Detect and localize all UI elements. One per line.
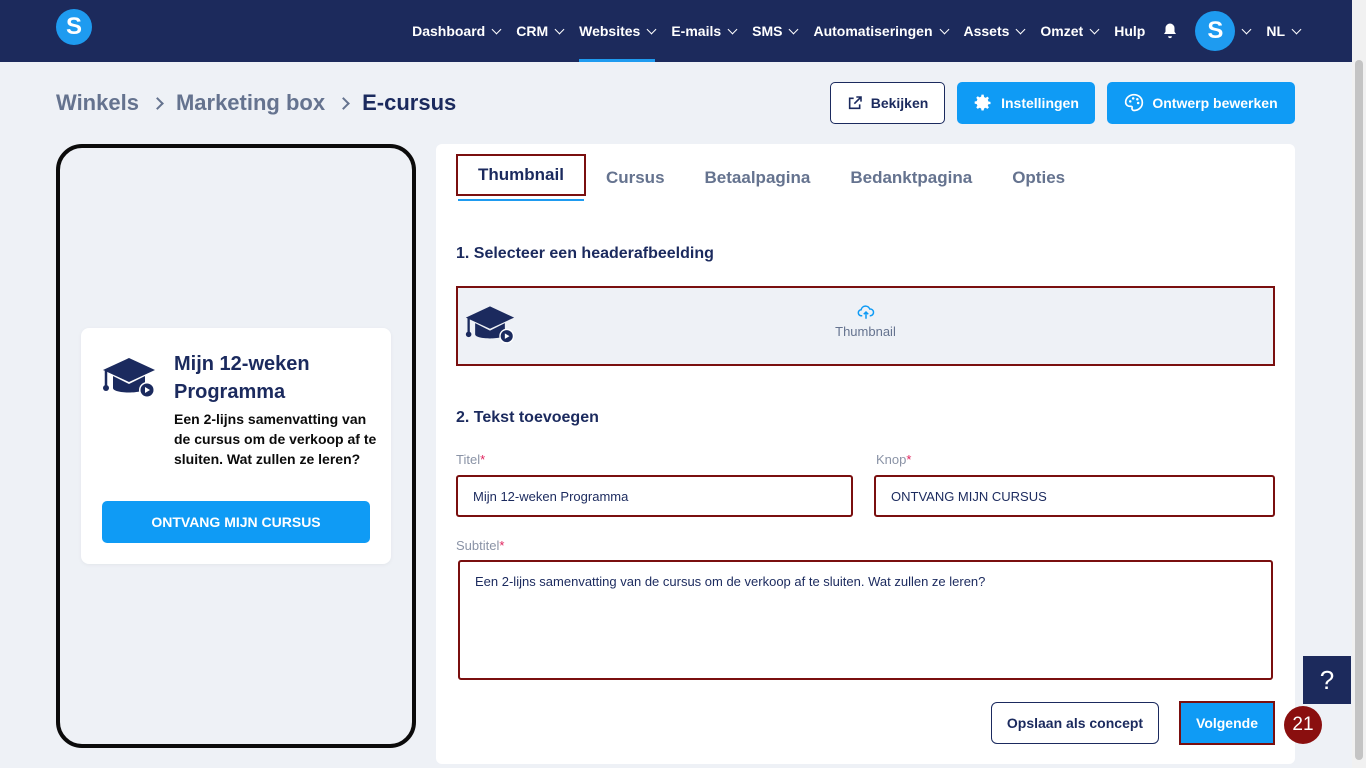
tab-bedanktpagina[interactable]: Bedanktpagina xyxy=(830,154,992,202)
chevron-down-icon xyxy=(789,24,799,34)
breadcrumb: Winkels Marketing box E-cursus xyxy=(56,90,456,116)
button-field-label: Knop* xyxy=(876,452,912,467)
chevron-down-icon xyxy=(491,24,502,34)
external-link-icon xyxy=(848,96,862,110)
section-add-text-title: 2. Tekst toevoegen xyxy=(456,409,599,426)
chevron-right-icon xyxy=(337,96,350,110)
app-logo[interactable]: S xyxy=(56,9,92,45)
chevron-down-icon xyxy=(1241,24,1252,34)
edit-design-button[interactable]: Ontwerp bewerken xyxy=(1107,82,1295,124)
button-text-input[interactable]: ONTVANG MIJN CURSUS xyxy=(874,475,1275,517)
course-preview-card: Mijn 12-weken Programma Een 2-lijns same… xyxy=(81,328,391,564)
edit-design-button-label: Ontwerp bewerken xyxy=(1152,95,1278,111)
chevron-down-icon xyxy=(646,24,657,34)
upload-label: Thumbnail xyxy=(835,324,896,339)
settings-button[interactable]: Instellingen xyxy=(957,82,1095,124)
graduation-cap-icon xyxy=(103,358,155,398)
nav-item-label: SMS xyxy=(752,23,783,39)
preview-course-summary: Een 2-lijns samenvatting van de cursus o… xyxy=(174,411,377,467)
chevron-down-icon xyxy=(727,24,738,34)
subtitle-field-label: Subtitel* xyxy=(456,538,505,553)
gear-icon xyxy=(974,94,991,111)
notifications-button[interactable] xyxy=(1161,0,1179,62)
main-nav: Dashboard CRM Websites E-mails SMS Autom… xyxy=(412,0,1302,62)
page-scrollbar[interactable] xyxy=(1352,0,1366,768)
nav-item-label: Hulp xyxy=(1114,23,1146,39)
editor-tabs: Thumbnail Cursus Betaalpagina Bedanktpag… xyxy=(456,154,1085,202)
preview-course-title: Mijn 12-weken Programma xyxy=(174,353,310,403)
title-input[interactable]: Mijn 12-weken Programma xyxy=(456,475,853,517)
chevron-down-icon xyxy=(554,24,565,34)
nav-item-dashboard[interactable]: Dashboard xyxy=(412,0,502,62)
subtitle-textarea[interactable]: Een 2-lijns samenvatting van de cursus o… xyxy=(458,560,1273,680)
nav-item-label: Automatiseringen xyxy=(813,23,933,39)
tab-cursus[interactable]: Cursus xyxy=(586,154,685,202)
chevron-down-icon xyxy=(1015,24,1026,34)
nav-item-label: Websites xyxy=(579,23,641,39)
tab-opties[interactable]: Opties xyxy=(992,154,1085,202)
required-mark: * xyxy=(906,452,912,467)
thumbnail-upload-area[interactable]: Thumbnail xyxy=(456,286,1275,366)
nav-item-automatiseringen[interactable]: Automatiseringen xyxy=(813,0,949,62)
language-label: NL xyxy=(1266,23,1285,39)
cloud-upload-icon xyxy=(857,305,874,319)
chevron-down-icon xyxy=(1291,24,1302,34)
step-number-badge: 21 xyxy=(1284,706,1322,744)
tab-betaalpagina[interactable]: Betaalpagina xyxy=(685,154,831,202)
tab-thumbnail[interactable]: Thumbnail xyxy=(456,154,586,201)
chevron-down-icon xyxy=(1089,24,1100,34)
section-header-image-title: 1. Selecteer een headerafbeelding xyxy=(456,245,714,262)
nav-item-emails[interactable]: E-mails xyxy=(671,0,738,62)
nav-item-crm[interactable]: CRM xyxy=(516,0,565,62)
nav-item-label: Assets xyxy=(963,23,1010,39)
breadcrumb-winkels[interactable]: Winkels xyxy=(56,90,139,116)
language-selector[interactable]: NL xyxy=(1266,0,1302,62)
help-button[interactable]: ? xyxy=(1303,656,1351,704)
view-button-label: Bekijken xyxy=(870,95,929,111)
nav-item-assets[interactable]: Assets xyxy=(963,0,1026,62)
chevron-down-icon xyxy=(939,24,949,34)
nav-item-label: CRM xyxy=(516,23,549,39)
view-button[interactable]: Bekijken xyxy=(830,82,945,124)
top-nav-bar: S Dashboard CRM Websites E-mails SMS Aut… xyxy=(0,0,1366,62)
breadcrumb-current: E-cursus xyxy=(362,90,457,115)
preview-cta-button[interactable]: ONTVANG MIJN CURSUS xyxy=(102,501,370,543)
nav-item-label: Omzet xyxy=(1040,23,1084,39)
required-mark: * xyxy=(499,538,505,553)
nav-item-websites[interactable]: Websites xyxy=(579,0,657,62)
nav-item-label: E-mails xyxy=(671,23,722,39)
title-field-label: Titel* xyxy=(456,452,486,467)
settings-button-label: Instellingen xyxy=(1001,95,1079,111)
save-draft-button[interactable]: Opslaan als concept xyxy=(991,702,1159,744)
next-button[interactable]: Volgende xyxy=(1179,701,1275,745)
required-mark: * xyxy=(480,452,486,467)
bell-icon xyxy=(1164,23,1177,39)
scrollbar-thumb[interactable] xyxy=(1355,60,1363,760)
chevron-right-icon xyxy=(151,96,164,110)
nav-item-hulp[interactable]: Hulp xyxy=(1114,0,1145,62)
upload-prompt: Thumbnail xyxy=(458,304,1273,339)
editor-panel: Thumbnail Cursus Betaalpagina Bedanktpag… xyxy=(436,144,1295,764)
user-menu[interactable]: S xyxy=(1195,0,1252,62)
breadcrumb-marketing-box[interactable]: Marketing box xyxy=(176,90,325,116)
avatar: S xyxy=(1195,11,1236,51)
nav-item-omzet[interactable]: Omzet xyxy=(1040,0,1100,62)
nav-item-label: Dashboard xyxy=(412,23,486,39)
nav-item-sms[interactable]: SMS xyxy=(752,0,799,62)
palette-icon xyxy=(1125,93,1144,112)
